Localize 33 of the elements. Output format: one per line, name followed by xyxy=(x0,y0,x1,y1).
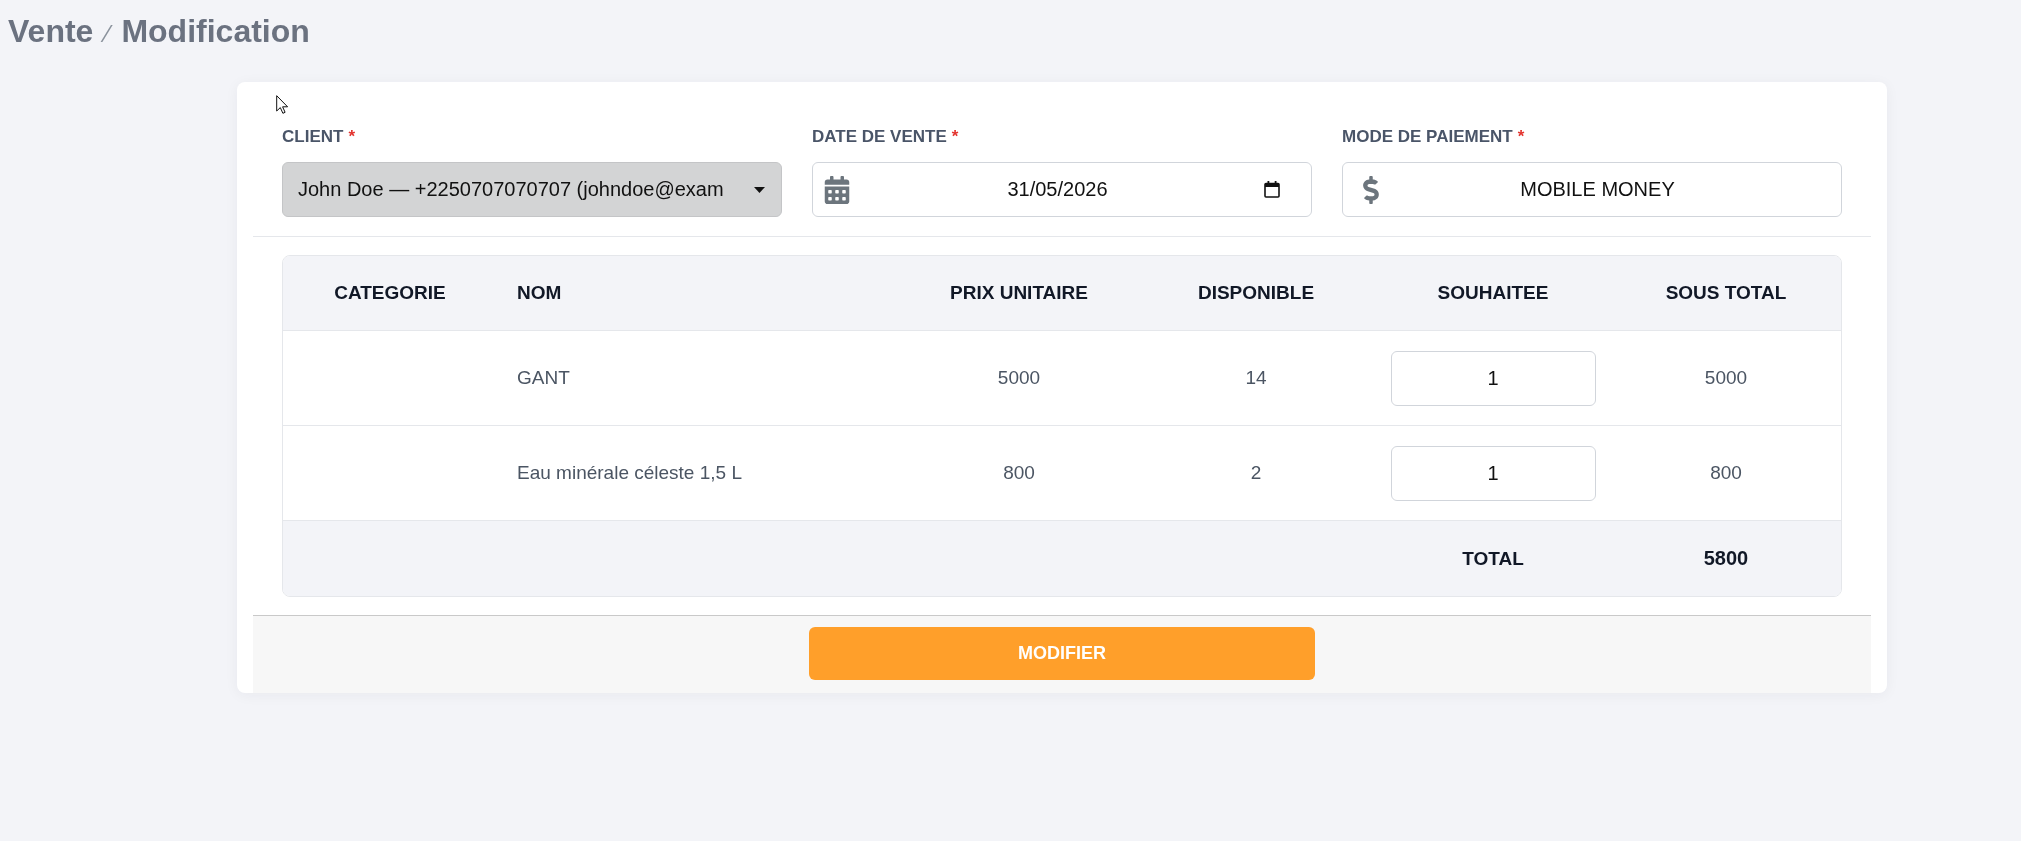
mouse-pointer-icon xyxy=(276,95,289,114)
quantity-input[interactable]: 1 xyxy=(1390,350,1596,406)
column-header: NOM xyxy=(517,282,562,304)
field-label: CLIENT xyxy=(282,127,344,147)
field-label: DATE DE VENTE xyxy=(812,127,947,147)
total-label: TOTAL xyxy=(1462,547,1524,570)
table-cell: 2 xyxy=(1250,462,1262,484)
total-value: 5800 xyxy=(1703,547,1749,570)
table-cell: GANT xyxy=(517,367,570,389)
required-asterisk: * xyxy=(951,127,959,147)
breadcrumb-item: Vente xyxy=(8,12,94,50)
client-select[interactable]: John Doe — +2250707070707 (johndoe@exam xyxy=(282,162,782,217)
quantity-input[interactable]: 1 xyxy=(1390,445,1596,501)
calendar-icon xyxy=(823,175,851,204)
calendar-icon[interactable] xyxy=(1264,181,1280,198)
table-cell: 800 xyxy=(1710,462,1742,484)
table-cell: 5000 xyxy=(997,367,1041,389)
payment-field[interactable]: MOBILE MONEY xyxy=(1342,162,1842,217)
caret-icon xyxy=(754,186,765,193)
column-header: SOUHAITEE xyxy=(1437,282,1549,304)
field-label: MODE DE PAIEMENT xyxy=(1342,127,1513,147)
table-cell: 5000 xyxy=(1704,367,1748,389)
column-header: CATEGORIE xyxy=(334,282,446,304)
required-asterisk: * xyxy=(348,127,355,147)
column-header: DISPONIBLE xyxy=(1197,282,1315,304)
date-field[interactable]: 31/05/2026 xyxy=(812,162,1312,217)
table-cell: 800 xyxy=(1003,462,1035,484)
column-header: PRIX UNITAIRE xyxy=(950,282,1088,304)
breadcrumb-item: Modification xyxy=(121,12,310,50)
table-cell: 14 xyxy=(1245,367,1267,389)
required-asterisk: * xyxy=(1517,127,1525,147)
table-cell: Eau minérale céleste 1,5 L xyxy=(517,462,742,484)
column-header: SOUS TOTAL xyxy=(1665,282,1787,304)
